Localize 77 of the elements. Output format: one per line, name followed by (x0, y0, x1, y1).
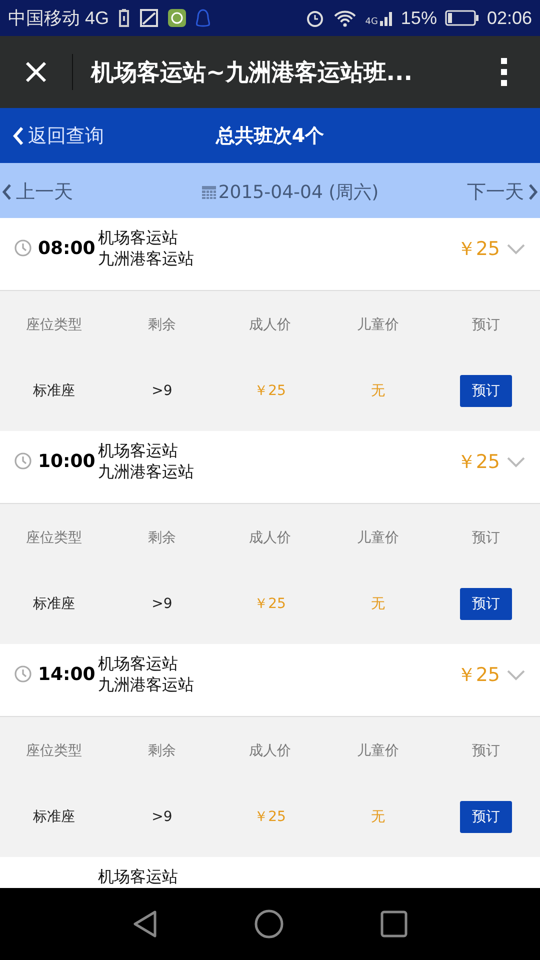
clock-icon (14, 239, 32, 257)
chevron-down-icon (506, 669, 526, 681)
clock-icon (14, 452, 32, 470)
column-header: 儿童价 (356, 742, 400, 760)
alarm-icon (305, 8, 326, 28)
network-label: 4G (365, 18, 378, 27)
triangle-back-icon (132, 910, 158, 938)
column-header: 预订 (471, 316, 501, 334)
column-header: 儿童价 (356, 316, 400, 334)
remaining-cell-text: >9 (150, 382, 174, 398)
origin-station: 机场客运站 (98, 866, 178, 887)
child-price-cell-text: 无 (370, 808, 386, 826)
seat-type-cell-text: 标准座 (32, 594, 76, 612)
close-icon (24, 60, 48, 84)
page-title: 机场客运站~九洲港客运站班... (90, 58, 414, 88)
previous-day-link[interactable]: 上一天 (0, 178, 75, 204)
chevron-down-icon (506, 456, 526, 468)
square-recents-icon (380, 910, 408, 938)
penguin-icon (195, 8, 212, 28)
date-label: 2015-04-04 (周六) (218, 180, 379, 204)
clock-time: 02:06 (486, 8, 532, 28)
trip-count-title: 总共班次4个 (216, 124, 324, 148)
column-header: 座位类型 (25, 316, 83, 334)
departure-time: 08:00 (38, 238, 92, 258)
column-header: 预订 (471, 528, 501, 546)
origin-station: 机场客运站 (98, 440, 179, 461)
departure-time: 10:00 (38, 450, 92, 472)
destination-station: 九洲港客运站 (98, 674, 194, 695)
next-day-link[interactable]: 下一天 (465, 178, 540, 204)
adult-price-cell-text: ￥25 (253, 594, 287, 612)
trip-price: ￥25 (456, 663, 500, 688)
remaining-cell-text: >9 (150, 808, 174, 824)
battery-percent: 15% (400, 8, 437, 28)
trip-price: ￥25 (456, 450, 500, 475)
seat-type-cell-text: 标准座 (32, 808, 76, 826)
child-price-cell-text: 无 (370, 382, 386, 400)
column-header: 成人价 (248, 528, 292, 546)
carrier-label: 中国移动 4G (8, 7, 110, 30)
calendar-icon (201, 184, 218, 200)
book-button[interactable]: 预订 (460, 588, 512, 620)
battery-warning-icon (117, 8, 132, 28)
chevron-left-icon (2, 182, 12, 200)
trip-price: ￥25 (456, 237, 500, 262)
column-header: 剩余 (147, 742, 177, 760)
column-header: 剩余 (147, 316, 177, 334)
adult-price-cell-text: ￥25 (253, 808, 287, 826)
column-header: 儿童价 (356, 528, 400, 546)
column-header: 预订 (471, 742, 501, 760)
destination-station: 九洲港客运站 (98, 461, 194, 482)
chevron-left-icon (12, 126, 24, 146)
chevron-down-icon (506, 243, 526, 255)
image-icon (139, 8, 160, 28)
seat-type-cell-text: 标准座 (32, 382, 76, 400)
departure-time: 14:00 (38, 664, 92, 684)
origin-station: 机场客运站 (98, 653, 179, 674)
battery-icon (444, 9, 479, 27)
child-price-cell-text: 无 (370, 594, 386, 612)
book-button[interactable]: 预订 (460, 374, 512, 406)
circle-home-icon (254, 909, 284, 939)
column-header: 剩余 (147, 528, 177, 546)
signal-icon (378, 9, 393, 27)
chat-app-icon (167, 8, 188, 28)
column-header: 座位类型 (25, 528, 83, 546)
column-header: 成人价 (248, 316, 292, 334)
column-header: 座位类型 (25, 742, 83, 760)
more-icon (500, 57, 508, 87)
chevron-right-icon (528, 182, 538, 200)
back-link[interactable]: 返回查询 (0, 122, 104, 148)
origin-station: 机场客运站 (98, 227, 179, 248)
remaining-cell-text: >9 (150, 596, 174, 612)
destination-station: 九洲港客运站 (98, 248, 194, 269)
adult-price-cell-text: ￥25 (253, 382, 287, 400)
book-button[interactable]: 预订 (460, 800, 512, 832)
wifi-icon (333, 8, 358, 28)
clock-icon (14, 665, 32, 683)
trip-row[interactable]: 机场客运站 (0, 857, 540, 888)
column-header: 成人价 (248, 742, 292, 760)
